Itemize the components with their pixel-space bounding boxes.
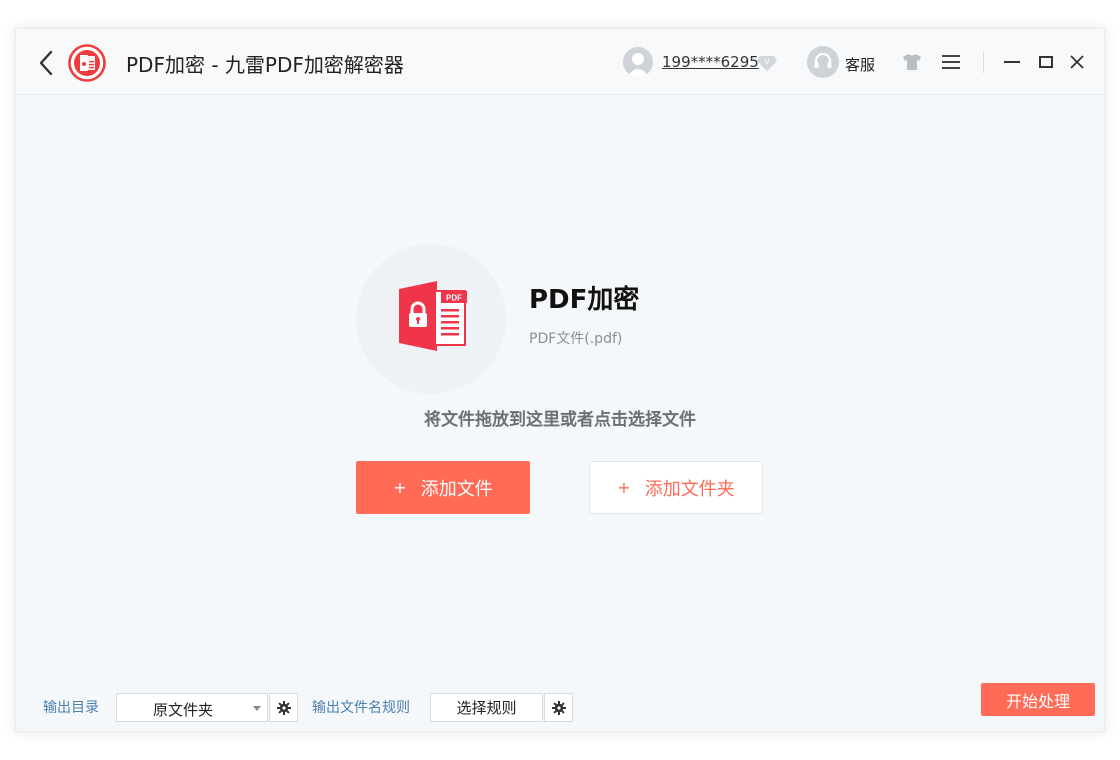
title-bar: PDF加密 - 九雷PDF加密解密器 199****6295 V 客服	[16, 29, 1104, 95]
svg-text:V: V	[764, 58, 770, 67]
supported-format-label: PDF文件(.pdf)	[529, 331, 623, 347]
back-icon[interactable]	[36, 49, 56, 77]
output-dir-value: 原文件夹	[153, 701, 214, 719]
filename-rule-settings-button[interactable]	[544, 693, 573, 722]
customer-service-label[interactable]: 客服	[845, 54, 875, 75]
header-divider	[983, 51, 984, 73]
app-logo-icon	[68, 44, 106, 82]
output-dir-label: 输出目录	[43, 700, 99, 716]
output-dir-settings-button[interactable]	[269, 693, 298, 722]
headset-icon[interactable]	[807, 46, 839, 78]
plus-icon: +	[617, 478, 631, 497]
maximize-icon[interactable]	[1038, 54, 1054, 70]
filename-rule-label: 输出文件名规则	[312, 700, 410, 716]
avatar-icon[interactable]	[623, 47, 653, 77]
app-window: PDF加密 - 九雷PDF加密解密器 199****6295 V 客服 PDF …	[15, 28, 1105, 732]
hero-title: PDF加密	[529, 285, 640, 315]
svg-text:PDF: PDF	[446, 294, 462, 303]
gear-icon	[276, 700, 291, 715]
gear-icon	[551, 700, 566, 715]
output-dir-select[interactable]: 原文件夹	[116, 693, 268, 722]
minimize-icon[interactable]	[1004, 55, 1020, 69]
plus-icon: +	[393, 478, 407, 497]
pdf-lock-icon: PDF	[399, 281, 467, 351]
add-folder-label: 添加文件夹	[644, 478, 735, 500]
close-icon[interactable]	[1069, 54, 1085, 70]
skin-tshirt-icon[interactable]	[902, 53, 922, 71]
select-rule-button[interactable]: 选择规则	[430, 693, 543, 722]
chevron-down-icon	[253, 706, 261, 711]
drop-zone-hint[interactable]: 将文件拖放到这里或者点击选择文件	[16, 405, 1104, 430]
add-file-label: 添加文件	[420, 478, 493, 500]
add-file-button[interactable]: + 添加文件	[356, 461, 530, 514]
vip-diamond-icon[interactable]: V	[756, 51, 778, 73]
menu-icon[interactable]	[941, 53, 961, 71]
add-folder-button[interactable]: + 添加文件夹	[589, 461, 763, 514]
user-account-link[interactable]: 199****6295	[662, 53, 759, 71]
window-title: PDF加密 - 九雷PDF加密解密器	[126, 53, 404, 77]
start-processing-button[interactable]: 开始处理	[981, 683, 1095, 716]
